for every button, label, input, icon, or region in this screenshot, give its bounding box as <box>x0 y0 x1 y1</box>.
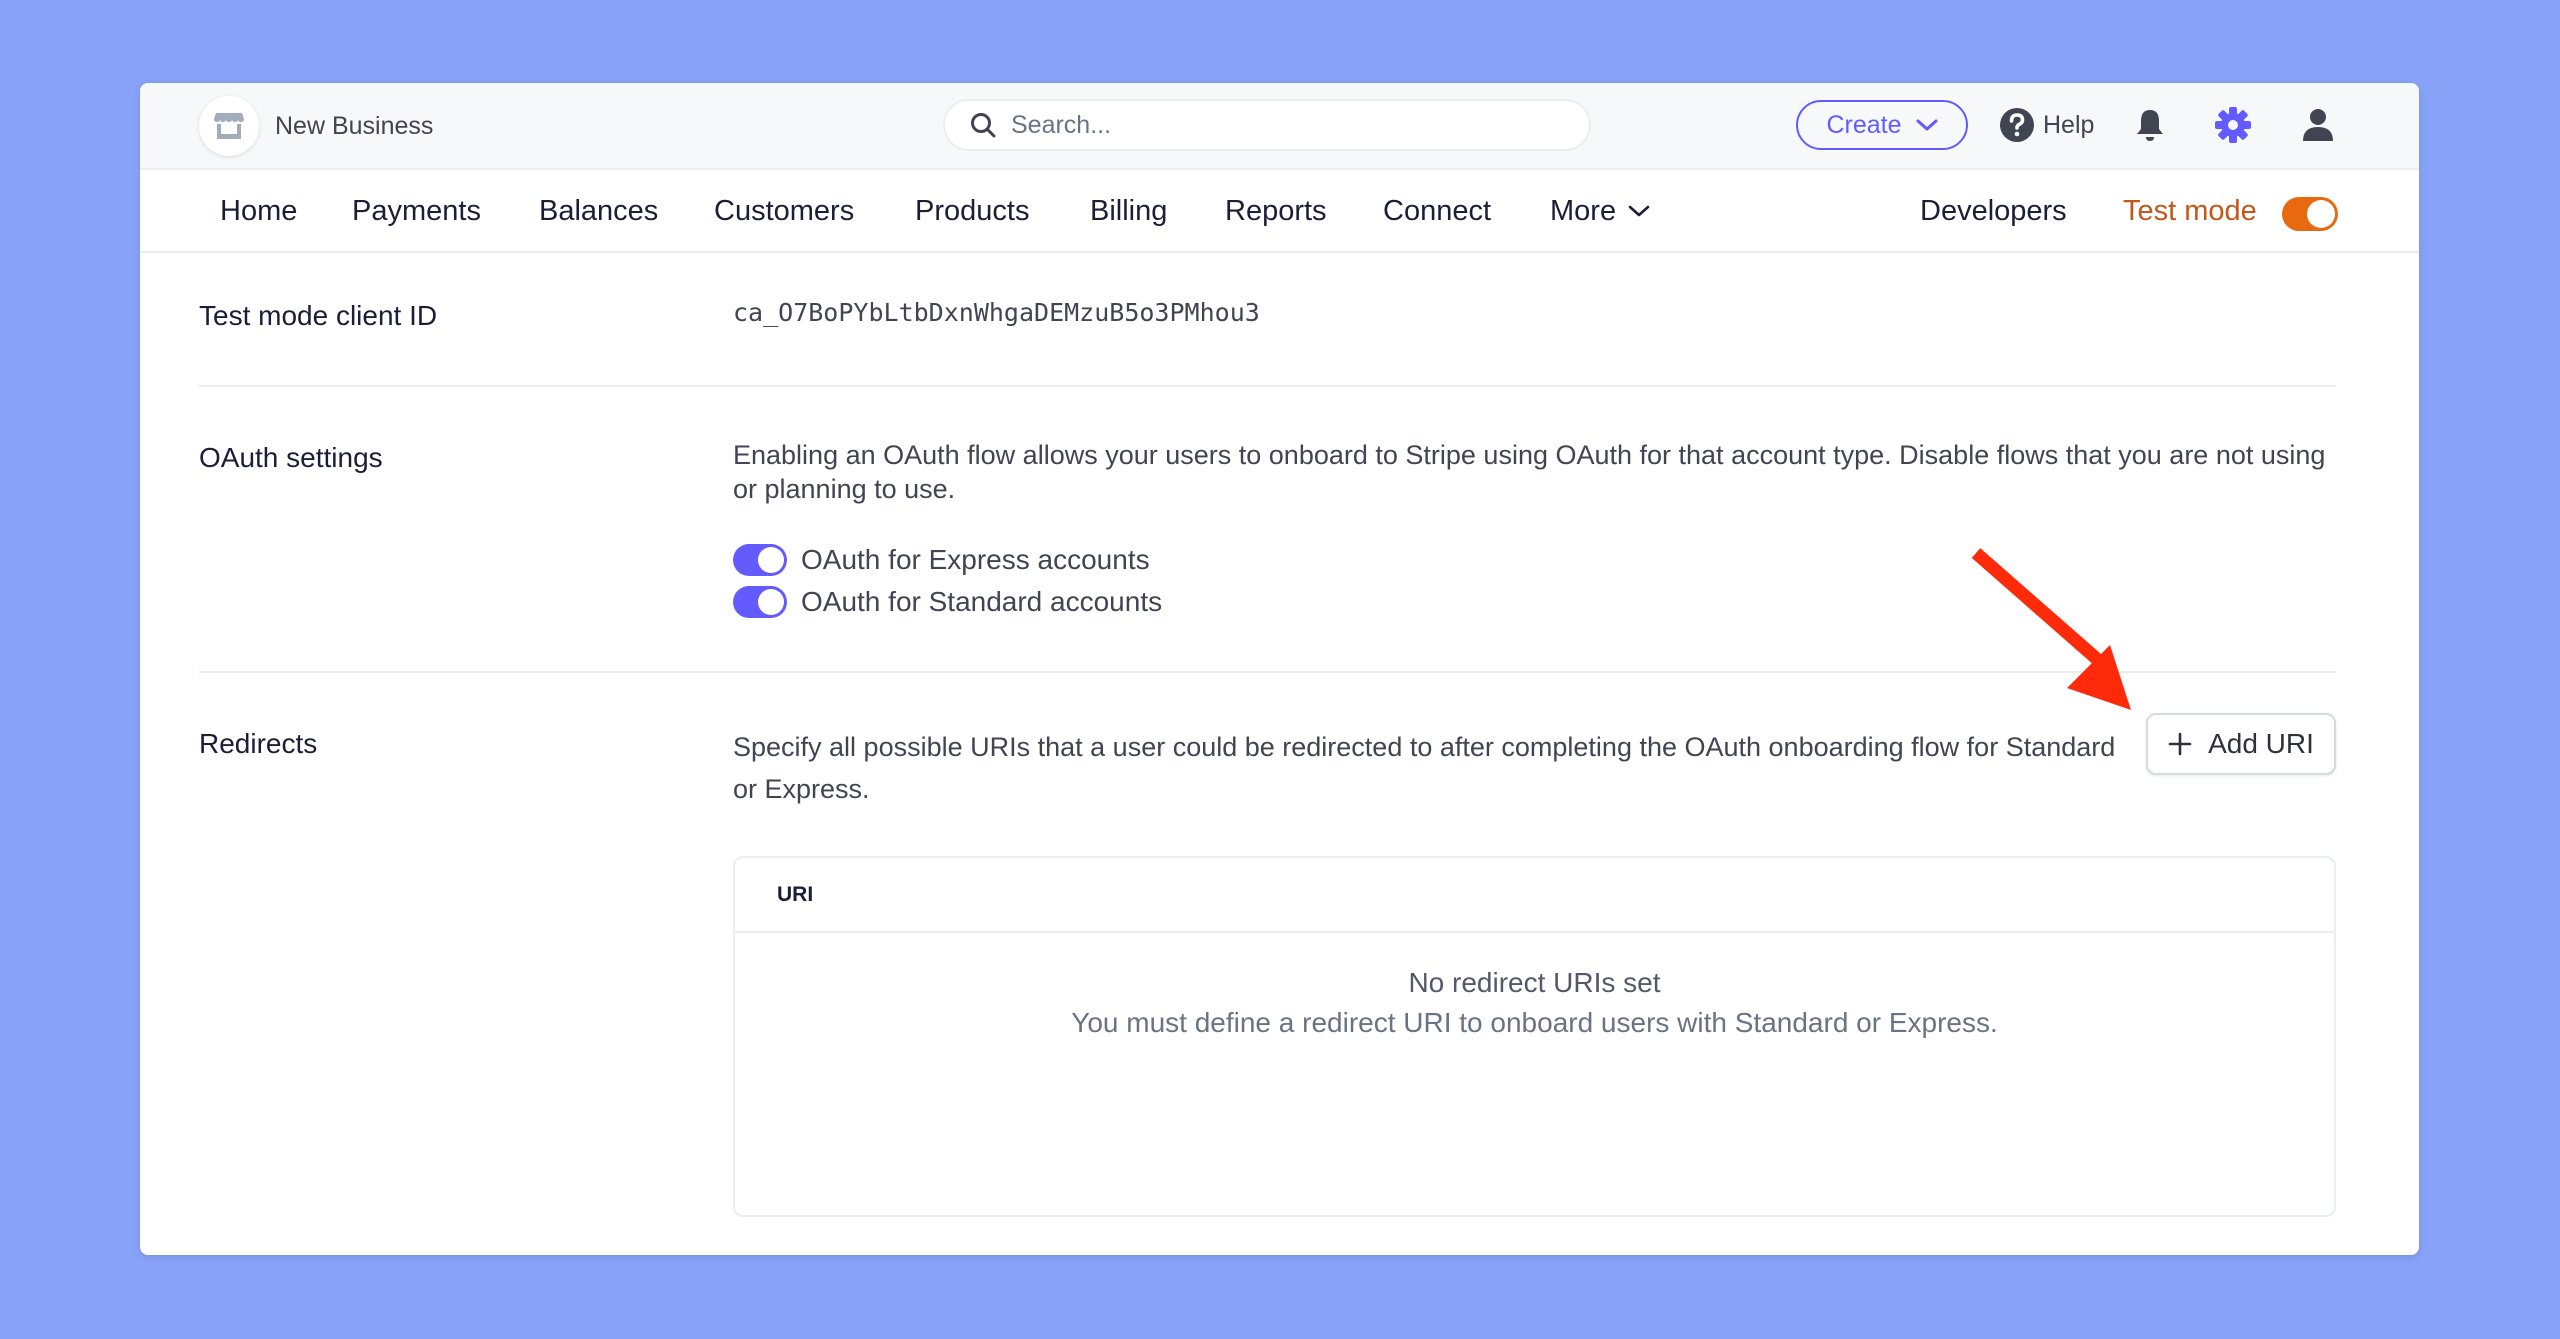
client-id-value: ca_O7BoPYbLtbDxnWhgaDEMzuB5o3PMhou3 <box>733 298 1260 327</box>
oauth-express-label: OAuth for Express accounts <box>801 544 1150 575</box>
account-button[interactable] <box>2296 103 2340 147</box>
divider <box>199 671 2336 673</box>
search-icon <box>971 113 996 138</box>
add-uri-label: Add URI <box>2208 728 2314 759</box>
nav-developers[interactable]: Developers <box>1920 192 2067 230</box>
table-header: URI <box>735 858 2334 933</box>
nav-customers[interactable]: Customers <box>714 192 854 230</box>
chevron-down-icon <box>1628 205 1650 217</box>
nav-billing[interactable]: Billing <box>1090 192 1167 230</box>
nav-payments[interactable]: Payments <box>352 192 481 230</box>
oauth-express-toggle[interactable] <box>733 544 787 576</box>
plus-icon <box>2168 732 2192 756</box>
toggle-knob <box>758 589 784 615</box>
test-mode-label: Test mode <box>2123 195 2257 227</box>
oauth-description: Enabling an OAuth flow allows your users… <box>733 440 2326 504</box>
create-label: Create <box>1826 110 1902 139</box>
test-mode-toggle[interactable] <box>2282 197 2338 231</box>
client-id-label: Test mode client ID <box>199 300 438 331</box>
empty-state: No redirect URIs set You must define a r… <box>735 963 2334 1043</box>
redirects-description: Specify all possible URIs that a user co… <box>733 732 2116 804</box>
nav-more-label: More <box>1550 195 1617 227</box>
dashboard-window: New Business Create Help <box>140 83 2419 1255</box>
user-icon <box>2303 109 2333 141</box>
empty-state-title: No redirect URIs set <box>1408 967 1661 998</box>
search-box[interactable] <box>943 99 1591 151</box>
oauth-settings-label: OAuth settings <box>199 442 383 473</box>
oauth-standard-toggle-row: OAuth for Standard accounts <box>733 584 1162 620</box>
nav-more[interactable]: More <box>1550 192 1650 230</box>
empty-state-subtitle: You must define a redirect URI to onboar… <box>1071 1007 1998 1038</box>
oauth-standard-toggle[interactable] <box>733 586 787 618</box>
help-icon <box>2000 108 2034 142</box>
help-button[interactable]: Help <box>1999 105 2094 145</box>
column-header-uri: URI <box>777 882 814 906</box>
add-uri-button[interactable]: Add URI <box>2146 713 2336 775</box>
chevron-down-icon <box>1916 119 1938 131</box>
nav-reports[interactable]: Reports <box>1225 192 1327 230</box>
storefront-icon <box>214 113 244 139</box>
search-input[interactable] <box>1011 110 1571 140</box>
gear-icon <box>2215 107 2251 143</box>
nav-balances[interactable]: Balances <box>539 192 658 230</box>
settings-button[interactable] <box>2211 103 2255 147</box>
bell-icon <box>2137 110 2163 141</box>
redirect-uri-table: URI No redirect URIs set You must define… <box>733 856 2336 1217</box>
oauth-standard-label: OAuth for Standard accounts <box>801 586 1163 617</box>
business-logo[interactable] <box>199 96 259 156</box>
toggle-knob <box>2307 200 2335 228</box>
notifications-button[interactable] <box>2128 103 2172 147</box>
top-bar: New Business Create Help <box>140 83 2419 170</box>
nav-products[interactable]: Products <box>915 192 1029 230</box>
redirects-label: Redirects <box>199 728 318 759</box>
business-name[interactable]: New Business <box>275 110 433 142</box>
main-nav: Home Payments Balances Customers Product… <box>140 170 2419 253</box>
toggle-knob <box>758 547 784 573</box>
oauth-express-toggle-row: OAuth for Express accounts <box>733 542 1150 578</box>
nav-home[interactable]: Home <box>220 192 297 230</box>
nav-connect[interactable]: Connect <box>1383 192 1491 230</box>
help-label: Help <box>2043 110 2095 139</box>
divider <box>199 385 2336 387</box>
create-button[interactable]: Create <box>1796 100 1968 150</box>
